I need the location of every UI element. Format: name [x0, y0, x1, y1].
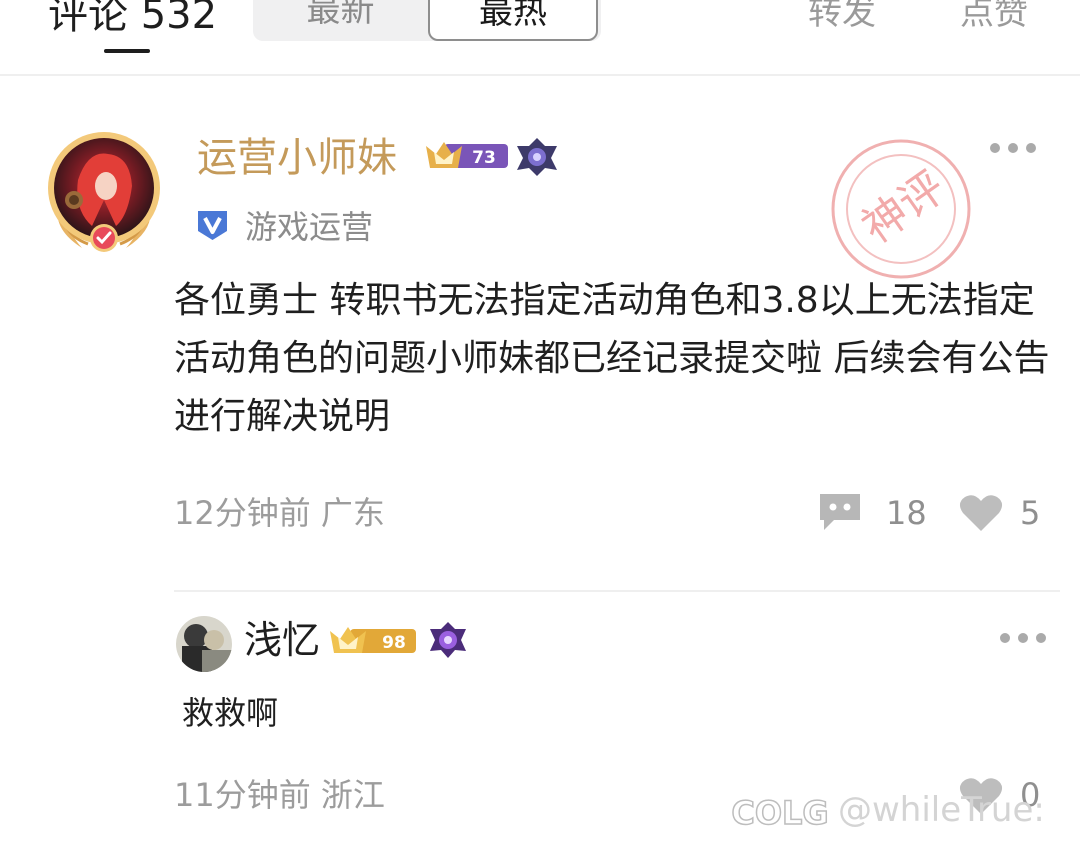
stamp-text: 神评	[853, 162, 954, 254]
verified-v-icon	[198, 211, 227, 240]
comment-meta: 11分钟前 浙江	[174, 772, 385, 818]
comment-content: 各位勇士 转职书无法指定活动角色和3.8以上无法指定活动角色的问题小师妹都已经记…	[174, 280, 1050, 437]
comment-count-header: 评论 532	[48, 0, 218, 38]
comment-content: 救救啊	[182, 694, 279, 732]
comment-location: 广东	[320, 494, 385, 532]
more-options-icon[interactable]	[998, 630, 1048, 646]
comment-divider	[174, 590, 1060, 592]
comment-username[interactable]: 运营小师妹	[197, 132, 397, 184]
comment-meta: 12分钟前 广东	[174, 490, 385, 536]
level-number: 98	[382, 633, 406, 653]
avatar[interactable]	[44, 130, 164, 260]
colg-logo: COLG	[731, 793, 830, 833]
tab-latest[interactable]: 最新	[253, 0, 428, 39]
level-badge: 73	[426, 142, 508, 168]
like-tab[interactable]: 点赞	[960, 0, 1028, 38]
active-tab-indicator	[104, 49, 150, 53]
reply-count: 18	[886, 494, 927, 532]
rank-emblem-icon	[430, 622, 466, 658]
tab-hottest[interactable]: 最热	[428, 0, 598, 41]
comment-time: 11分钟前	[174, 776, 311, 814]
level-badge: 98	[330, 627, 416, 653]
comment-username[interactable]: 浅忆	[244, 612, 320, 668]
featured-comment-stamp: 神评	[831, 139, 971, 279]
avatar[interactable]	[176, 616, 232, 672]
verified-title: 游戏运营	[245, 208, 374, 246]
header-divider	[0, 74, 1080, 76]
more-options-icon[interactable]	[988, 140, 1038, 156]
reply-icon[interactable]	[818, 492, 862, 532]
comment-location: 浙江	[320, 776, 385, 814]
rank-emblem-icon	[517, 138, 557, 176]
level-number: 73	[472, 148, 496, 168]
forward-tab[interactable]: 转发	[808, 0, 876, 38]
sort-toggle: 最新 最热	[253, 0, 601, 41]
logo-text: COLG	[731, 794, 828, 832]
watermark-text: @whileTrue:	[838, 790, 1045, 830]
comment-time: 12分钟前	[174, 494, 311, 532]
heart-icon[interactable]	[958, 493, 1004, 533]
like-count: 5	[1020, 494, 1041, 532]
